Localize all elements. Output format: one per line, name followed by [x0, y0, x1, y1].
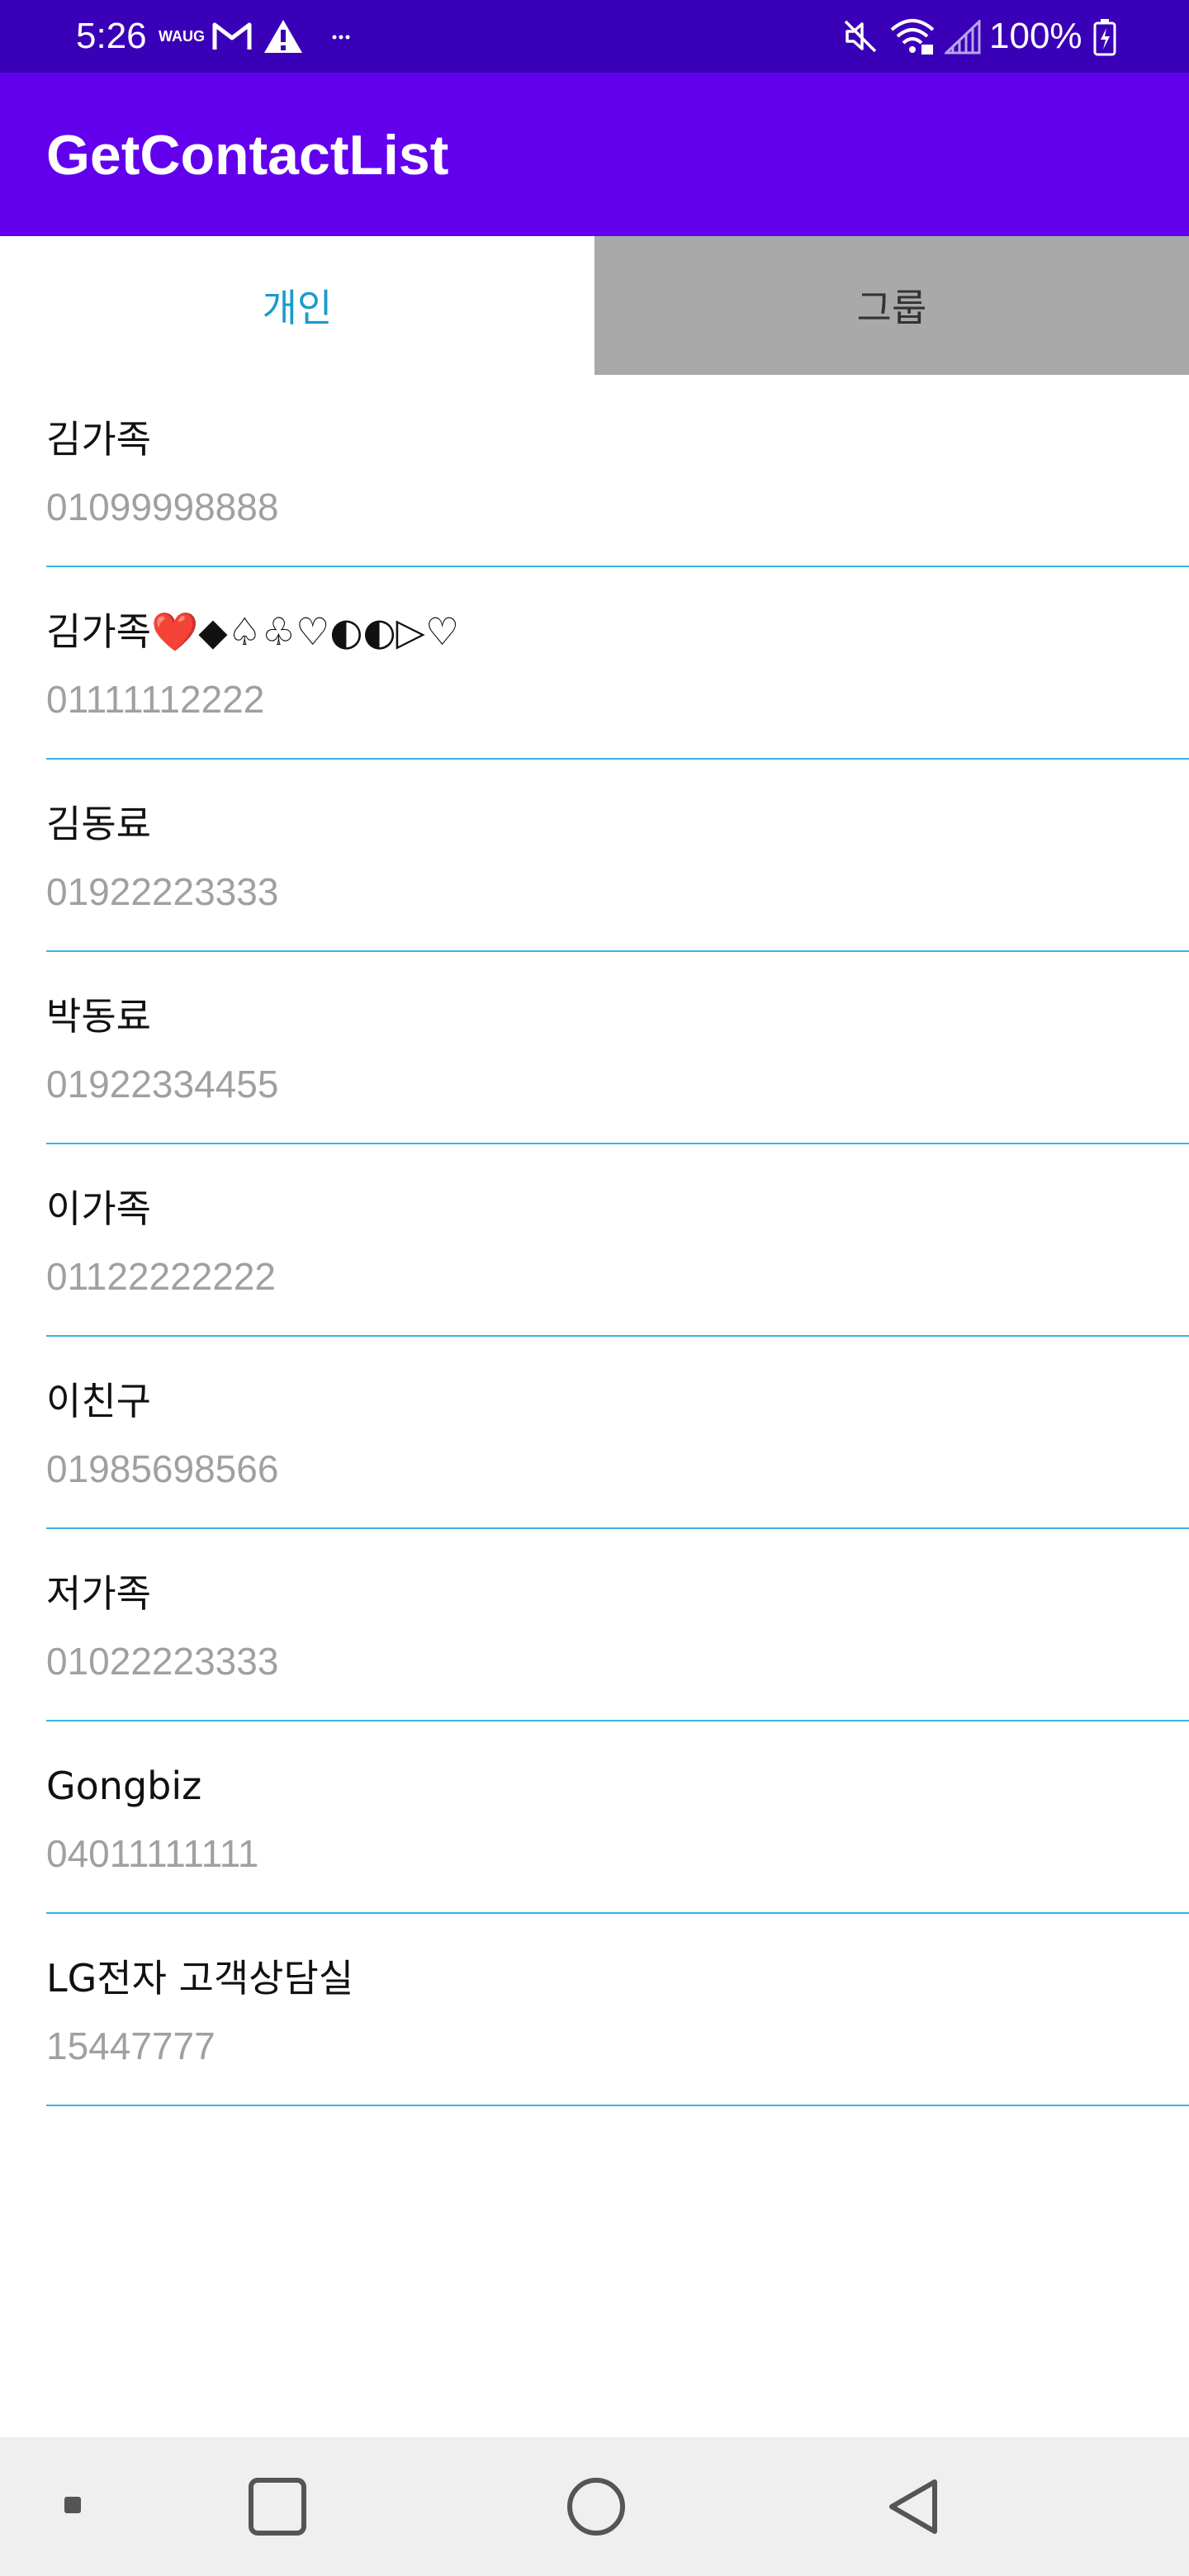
contact-name: 김동료: [46, 802, 151, 846]
contact-item[interactable]: 박동료 01922334455: [0, 952, 1189, 1144]
status-bar: 5:26 WAUG 100%: [0, 0, 1189, 73]
contact-phone: 04011111111: [46, 1832, 259, 1875]
contact-phone: 01922223333: [46, 870, 279, 913]
contact-phone: 01985698566: [46, 1447, 279, 1490]
contact-phone: 01122222222: [46, 1255, 276, 1298]
more-notifications-icon: [332, 35, 350, 40]
contact-list: 김가족 01099998888 김가족❤️◆♤♧♡◐◐▷♡ 0111111222…: [0, 375, 1189, 2106]
contact-phone: 01111112222: [46, 678, 265, 721]
mute-icon: [844, 20, 877, 53]
contact-phone: 01099998888: [46, 485, 279, 528]
contact-name: 이친구: [46, 1379, 151, 1423]
contact-item[interactable]: LG전자 고객상담실 15447777: [0, 1914, 1189, 2106]
contact-item[interactable]: 김가족 01099998888: [0, 375, 1189, 567]
contact-item[interactable]: 김가족❤️◆♤♧♡◐◐▷♡ 01111112222: [0, 567, 1189, 760]
status-time: 5:26: [76, 16, 147, 56]
app-title: GetContactList: [46, 124, 449, 187]
notification-dot-icon[interactable]: [63, 2495, 83, 2515]
battery-icon: [1093, 19, 1116, 56]
contact-phone: 15447777: [46, 2024, 216, 2067]
alert-icon: [264, 20, 302, 53]
contact-item[interactable]: 저가족 01022223333: [0, 1529, 1189, 1721]
contact-name: 박동료: [46, 994, 151, 1039]
back-icon[interactable]: [883, 2477, 943, 2536]
gmail-icon: [212, 22, 252, 50]
home-icon[interactable]: [566, 2477, 626, 2536]
contact-item[interactable]: 김동료 01922223333: [0, 760, 1189, 952]
tab-personal[interactable]: 개인: [0, 236, 594, 375]
svg-text:WAUG: WAUG: [159, 28, 205, 45]
app-bar: GetContactList: [0, 73, 1189, 236]
list-divider: [46, 2105, 1189, 2106]
contact-name: 김가족❤️◆♤♧♡◐◐▷♡: [46, 609, 460, 654]
contact-item[interactable]: 이친구 01985698566: [0, 1337, 1189, 1529]
navigation-bar: [0, 2437, 1189, 2576]
contact-item[interactable]: Gongbiz 04011111111: [0, 1721, 1189, 1914]
contact-name: 저가족: [46, 1571, 151, 1616]
contact-name: 이가족: [46, 1186, 151, 1231]
contact-name: LG전자 고객상담실: [46, 1956, 354, 2001]
contact-item[interactable]: 이가족 01122222222: [0, 1144, 1189, 1337]
battery-percentage: 100%: [989, 16, 1082, 56]
contact-name: Gongbiz: [46, 1764, 202, 1808]
tab-group[interactable]: 그룹: [594, 236, 1189, 375]
contact-phone: 01022223333: [46, 1640, 279, 1683]
wifi-icon: [890, 19, 935, 54]
waug-icon: WAUG: [159, 28, 205, 45]
recents-icon[interactable]: [248, 2477, 307, 2536]
signal-icon: [945, 20, 981, 54]
contact-phone: 01922334455: [46, 1063, 279, 1106]
contact-name: 김가족: [46, 417, 151, 462]
tab-bar: 개인 그룹: [0, 236, 1189, 375]
